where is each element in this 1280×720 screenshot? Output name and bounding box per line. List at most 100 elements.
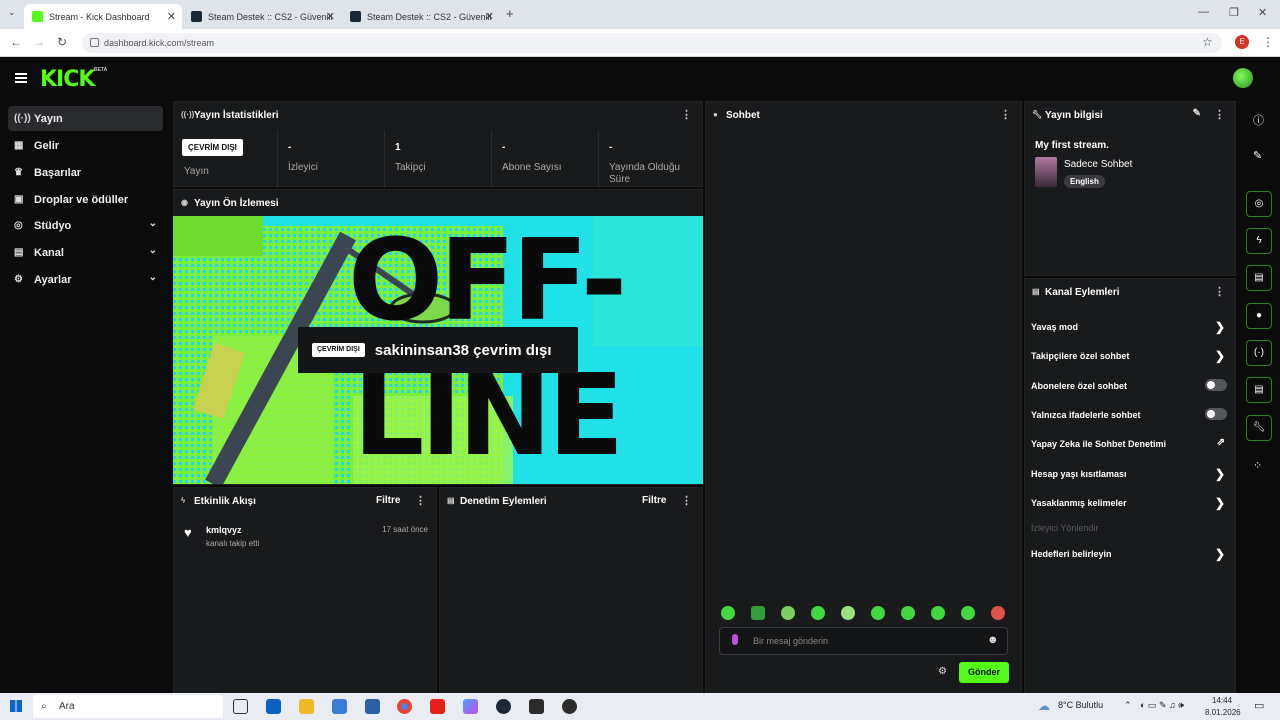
clock-time[interactable]: 14:44 [1212,696,1232,705]
task-view-icon[interactable] [233,699,248,714]
steam-icon[interactable] [496,699,511,714]
rail-broadcast-button[interactable]: (·) [1246,340,1272,366]
sidebar-item-basarilar[interactable]: ♛ Başarılar [8,160,163,185]
broadcast-icon: ((·)) [14,113,31,124]
emoji-picker-icon[interactable]: ☻ [987,634,999,646]
tab-steam-1[interactable]: Steam Destek :: CS2 - Güvenilir ✕ [183,4,341,29]
close-tab-icon[interactable]: ✕ [485,10,494,23]
emote-button[interactable] [751,606,765,620]
emote-button[interactable] [991,606,1005,620]
site-info-icon[interactable] [90,38,99,47]
layout-icon[interactable]: ⁘ [1253,459,1262,472]
youtube-icon[interactable] [430,699,445,714]
windows-start-icon[interactable] [10,700,22,712]
more-options-icon[interactable]: ⋮ [681,108,692,121]
subscribers-only-toggle[interactable] [1205,379,1227,391]
send-button[interactable]: Gönder [959,662,1009,683]
file-explorer-icon[interactable] [299,699,314,714]
rail-moderation-button[interactable]: ▤ [1246,265,1272,291]
emote-button[interactable] [961,606,975,620]
new-tab-icon[interactable]: + [506,6,514,21]
menu-icon[interactable] [15,73,27,83]
rail-preview-button[interactable]: ◎ [1246,191,1272,217]
obs-icon[interactable] [562,699,577,714]
filter-button[interactable]: Filtre [376,495,400,506]
more-options-icon[interactable]: ⋮ [415,494,426,507]
filter-button[interactable]: Filtre [642,495,666,506]
close-tab-icon[interactable]: ✕ [326,10,335,23]
minimize-icon[interactable]: — [1198,6,1209,18]
user-avatar[interactable] [1233,68,1253,88]
chat-message-input[interactable]: Bir mesaj gönderin [719,627,1008,655]
more-options-icon[interactable]: ⋮ [1000,108,1011,121]
store-icon[interactable] [332,699,347,714]
panel-header: ● Sohbet ⋮ [713,108,1011,121]
clock-date[interactable]: 8.01.2026 [1205,708,1241,717]
close-window-icon[interactable]: ✕ [1258,6,1267,19]
more-options-icon[interactable]: ⋮ [1214,108,1225,121]
rail-info-button[interactable]: 🔧︎ [1246,415,1272,441]
sidebar-item-gelir[interactable]: ▦ Gelir [8,133,163,158]
panel-header: ((·)) Yayın İstatistikleri ⋮ [181,108,692,121]
chat-settings-icon[interactable]: ⚙ [938,666,947,677]
chevron-right-icon: ❯ [1214,467,1225,481]
action-slow-mode[interactable]: Yavaş mod ❯ [1031,320,1231,334]
rail-chat-button[interactable]: ● [1246,303,1272,329]
tray-chevron-icon[interactable]: ⌃ [1124,700,1132,711]
sidebar-item-yayin[interactable]: ((·)) Yayın [8,106,163,131]
tab-steam-2[interactable]: Steam Destek :: CS2 - Güvenilir ✕ [342,4,500,29]
profile-avatar[interactable]: E [1235,35,1249,49]
edit-icon[interactable]: ✎ [1253,149,1262,162]
tab-list-icon[interactable]: ⌄ [8,7,16,18]
url-field[interactable]: dashboard.kick.com/stream [82,33,1222,53]
action-account-age[interactable]: Hesap yaşı kısıtlaması ❯ [1031,467,1231,481]
notification-icon[interactable]: ▭ [1254,699,1264,712]
action-banned-words[interactable]: Yasaklanmış kelimeler ❯ [1031,496,1231,510]
emote-button[interactable] [871,606,885,620]
taskbar-search[interactable]: ⌕ Ara [33,695,223,718]
emote-button[interactable] [931,606,945,620]
edit-icon[interactable]: ✎ [1193,108,1201,119]
emotes-only-toggle[interactable] [1205,408,1227,420]
tray-icons[interactable]: ◐ ▭ ✎ ♫ 🕪︎ [1140,700,1184,711]
emote-button[interactable] [901,606,915,620]
sidebar-item-kanal[interactable]: ▤ Kanal ⌄ [8,240,163,265]
tab-kick-dashboard[interactable]: Stream - Kick Dashboard ✕ [24,4,182,29]
action-set-goals[interactable]: Hedefleri belirleyin ❯ [1031,547,1231,561]
info-icon[interactable]: ⓘ [1253,112,1264,128]
category-name[interactable]: Sadece Sohbet [1064,159,1132,170]
action-followers-only[interactable]: Takipçilere özel sohbet ❯ [1031,349,1231,363]
copilot-icon[interactable] [463,699,478,714]
beta-label: BETA [94,67,108,73]
app-icon[interactable] [365,699,380,714]
action-ai-moderation[interactable]: Yapay Zeka ile Sohbet Denetimi ⇗ [1031,437,1231,449]
back-icon[interactable]: ← [10,35,22,49]
microphone-icon[interactable] [732,634,738,645]
offline-message: sakininsan38 çevrim dışı [374,341,552,359]
emote-button[interactable] [811,606,825,620]
emote-button[interactable] [841,606,855,620]
browser-menu-icon[interactable]: ⋮ [1262,35,1274,49]
chrome-icon[interactable] [397,699,412,714]
restore-icon[interactable]: ❐ [1229,6,1239,19]
sidebar-item-ayarlar[interactable]: ⚙ Ayarlar ⌄ [8,267,163,292]
event-user[interactable]: kmlqvyz [206,525,242,535]
close-tab-icon[interactable]: ✕ [167,10,176,23]
sidebar-item-studyo[interactable]: ◎ Stüdyo ⌄ [8,213,163,238]
offline-notice: ÇEVRİM DIŞI sakininsan38 çevrim dışı [298,327,578,373]
more-options-icon[interactable]: ⋮ [681,494,692,507]
bookmark-star-icon[interactable]: ☆ [1202,35,1213,49]
emote-button[interactable] [781,606,795,620]
more-options-icon[interactable]: ⋮ [1214,285,1225,298]
rail-actions-button[interactable]: ▤ [1246,377,1272,403]
rail-activity-button[interactable]: ϟ [1246,228,1272,254]
reload-icon[interactable]: ↻ [57,35,67,49]
outlook-icon[interactable] [266,699,281,714]
kick-logo[interactable]: KICK [40,67,95,92]
weather-text[interactable]: 8°C Bulutlu [1058,700,1103,710]
emote-button[interactable] [721,606,735,620]
sidebar-item-droplar[interactable]: ▣ Droplar ve ödüller [8,187,163,212]
forward-icon[interactable]: → [33,35,45,49]
app-icon[interactable] [529,699,544,714]
event-time: 17 saat önce [382,525,428,534]
